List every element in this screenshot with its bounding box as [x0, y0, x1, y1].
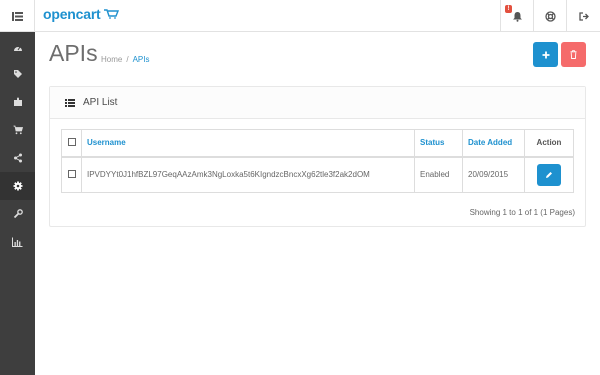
panel-heading: API List — [50, 87, 585, 119]
breadcrumb-home-link[interactable]: Home — [101, 55, 122, 64]
column-action: Action — [524, 129, 574, 158]
tags-icon — [13, 70, 22, 78]
logo-text: opencart — [43, 6, 101, 22]
date-added-cell: 20/09/2015 — [462, 156, 525, 193]
api-table: Username Status Date Added Action IPVDYY… — [61, 129, 574, 193]
sidebar-item-catalog[interactable] — [0, 60, 35, 88]
breadcrumb: Home / APIs — [101, 55, 149, 64]
status-cell: Enabled — [414, 156, 463, 193]
action-cell — [524, 156, 574, 193]
column-status[interactable]: Status — [414, 129, 463, 158]
add-new-button[interactable] — [533, 42, 558, 67]
list-icon — [65, 98, 75, 107]
pagination-info: Showing 1 to 1 of 1 (1 Pages) — [469, 208, 575, 217]
wrench-icon — [13, 209, 23, 219]
sidebar — [0, 32, 35, 375]
sidebar-item-tools[interactable] — [0, 200, 35, 228]
row-checkbox[interactable] — [67, 169, 76, 178]
share-icon — [13, 153, 22, 163]
trash-icon — [570, 50, 577, 59]
table-header-row: Username Status Date Added Action — [61, 129, 574, 158]
sidebar-item-extensions[interactable] — [0, 88, 35, 116]
sidebar-item-sales[interactable] — [0, 116, 35, 144]
cart-icon — [13, 125, 23, 135]
puzzle-icon — [13, 97, 22, 106]
notification-badge: ! — [505, 5, 512, 13]
api-list-panel: API List Username Status Date Added Acti… — [49, 86, 586, 227]
opencart-logo[interactable]: opencart — [43, 6, 119, 22]
page-title: APIs — [49, 40, 98, 66]
lifebuoy-icon — [544, 10, 556, 22]
select-all-cell — [61, 129, 82, 158]
menu-icon — [11, 11, 23, 21]
logo-cart-icon — [103, 9, 119, 19]
column-username[interactable]: Username — [81, 129, 415, 158]
menu-toggle-button[interactable] — [0, 0, 35, 32]
edit-button[interactable] — [537, 163, 561, 186]
pencil-icon — [546, 171, 552, 178]
dashboard-icon — [13, 46, 22, 51]
help-button[interactable] — [533, 0, 566, 32]
breadcrumb-current-link[interactable]: APIs — [133, 55, 150, 64]
table-row: IPVDYYt0J1hfBZL97GeqAAzAmk3NgLoxka5t6KIg… — [61, 156, 574, 193]
sidebar-item-dashboard[interactable] — [0, 34, 35, 62]
sidebar-item-marketing[interactable] — [0, 144, 35, 172]
plus-icon — [542, 51, 549, 58]
top-header: opencart ! — [0, 0, 600, 32]
column-date-added[interactable]: Date Added — [462, 129, 525, 158]
sidebar-item-system[interactable] — [0, 172, 35, 200]
logout-icon — [578, 11, 589, 21]
breadcrumb-separator: / — [126, 55, 129, 64]
bar-chart-icon — [12, 237, 23, 247]
cog-icon — [13, 181, 22, 191]
logout-button[interactable] — [566, 0, 600, 32]
bell-icon — [512, 11, 522, 22]
select-all-checkbox[interactable] — [67, 137, 76, 146]
delete-button[interactable] — [561, 42, 586, 67]
panel-title: API List — [83, 97, 118, 108]
sidebar-item-reports[interactable] — [0, 228, 35, 256]
username-cell: IPVDYYt0J1hfBZL97GeqAAzAmk3NgLoxka5t6KIg… — [81, 156, 415, 193]
row-select-cell — [61, 156, 82, 193]
